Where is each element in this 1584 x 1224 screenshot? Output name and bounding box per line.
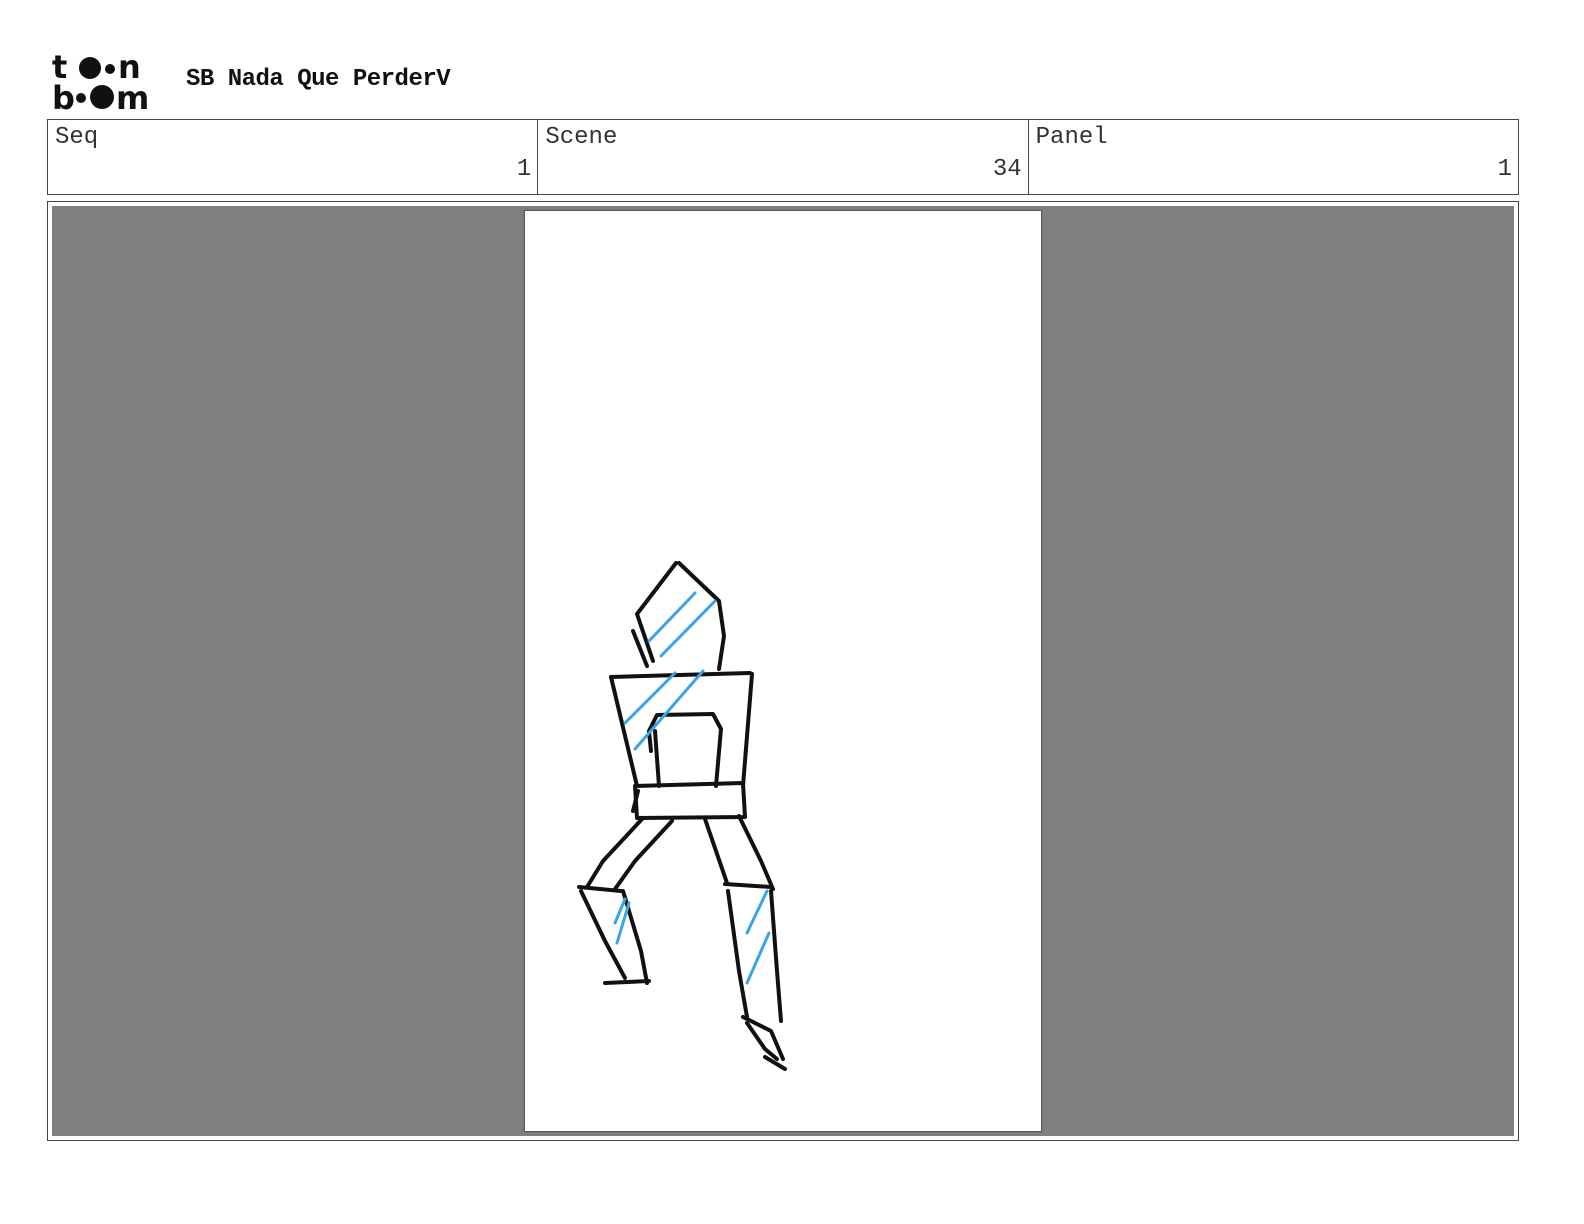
storyboard-panel-frame [47, 201, 1519, 1141]
scene-info-table: Seq 1 Scene 34 Panel 1 [47, 119, 1519, 195]
panel-cell: Panel 1 [1029, 120, 1518, 194]
page-header: t n b m SB Nada Que PerderV [52, 52, 752, 112]
panel-label: Panel [1035, 124, 1108, 151]
scene-label: Scene [545, 124, 618, 151]
seq-label: Seq [55, 124, 99, 151]
svg-text:m: m [116, 79, 149, 112]
toonboom-logo: t n b m [52, 52, 149, 112]
panel-background [52, 206, 1514, 1136]
project-title: SB Nada Que PerderV [186, 66, 451, 93]
panel-value: 1 [1497, 156, 1512, 183]
seq-value: 1 [516, 156, 532, 183]
scene-cell: Scene 34 [538, 120, 1029, 194]
shade-strokes [613, 591, 771, 985]
scene-value: 34 [992, 156, 1022, 183]
character-sketch [577, 561, 787, 1071]
svg-text:b: b [52, 79, 75, 112]
seq-cell: Seq 1 [48, 120, 539, 194]
panel-canvas [524, 210, 1042, 1132]
ink-strokes [577, 561, 787, 1071]
